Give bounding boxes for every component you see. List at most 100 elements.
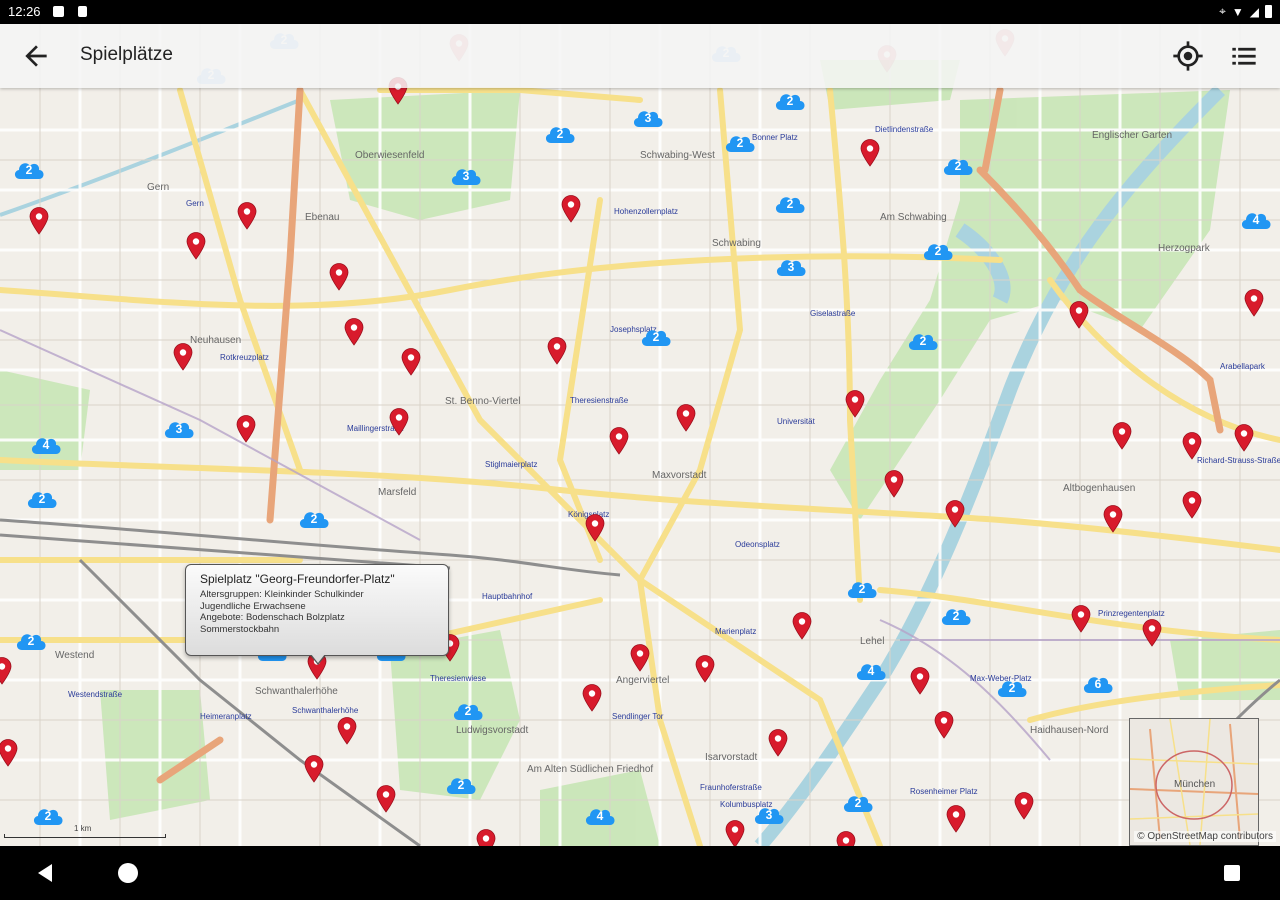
map-view[interactable]: Oberwiesenfeld Gern Ebenau Neuhausen Schwabi… xyxy=(0,24,1280,846)
playground-pin[interactable] xyxy=(389,408,409,436)
playground-pin[interactable] xyxy=(945,500,965,528)
cluster-marker[interactable]: 4 xyxy=(854,658,888,682)
nav-back-button[interactable] xyxy=(38,864,52,882)
playground-pin[interactable] xyxy=(236,415,256,443)
place-label: Haidhausen-Nord xyxy=(1030,725,1109,736)
playground-pin[interactable] xyxy=(725,820,745,846)
playground-pin[interactable] xyxy=(1234,424,1254,452)
cluster-marker[interactable]: 2 xyxy=(14,628,48,652)
cluster-marker[interactable]: 2 xyxy=(444,772,478,796)
my-location-button[interactable] xyxy=(1172,40,1204,72)
cluster-marker[interactable]: 3 xyxy=(449,163,483,187)
cluster-marker[interactable]: 2 xyxy=(939,603,973,627)
playground-pin[interactable] xyxy=(337,717,357,745)
playground-pin[interactable] xyxy=(237,202,257,230)
place-label: Am Schwabing xyxy=(880,212,947,223)
cluster-marker[interactable]: 4 xyxy=(29,432,63,456)
cluster-marker[interactable]: 2 xyxy=(25,486,59,510)
playground-pin[interactable] xyxy=(401,348,421,376)
playground-pin[interactable] xyxy=(173,343,193,371)
cluster-marker[interactable]: 2 xyxy=(941,153,975,177)
playground-pin[interactable] xyxy=(1244,289,1264,317)
cluster-marker[interactable]: 4 xyxy=(1239,207,1273,231)
playground-pin[interactable] xyxy=(1142,619,1162,647)
cluster-count: 2 xyxy=(919,334,927,348)
overview-minimap[interactable]: München xyxy=(1129,718,1259,846)
back-button[interactable] xyxy=(20,40,52,72)
playground-pin[interactable] xyxy=(934,711,954,739)
cluster-marker[interactable]: 6 xyxy=(1081,671,1115,695)
cluster-count: 2 xyxy=(457,778,465,792)
station-label: Stiglmaierplatz xyxy=(485,460,538,469)
playground-pin[interactable] xyxy=(1182,491,1202,519)
playground-pin[interactable] xyxy=(946,805,966,833)
map-pin-icon xyxy=(344,318,364,346)
playground-pin[interactable] xyxy=(547,337,567,365)
playground-pin[interactable] xyxy=(582,684,602,712)
cluster-marker[interactable]: 2 xyxy=(451,698,485,722)
playground-pin[interactable] xyxy=(630,644,650,672)
playground-pin[interactable] xyxy=(695,655,715,683)
playground-pin[interactable] xyxy=(1071,605,1091,633)
nav-recents-button[interactable] xyxy=(1224,865,1240,881)
page-title: Spielplätze xyxy=(80,44,173,65)
cluster-marker[interactable]: 2 xyxy=(921,238,955,262)
place-label: Isarvorstadt xyxy=(705,752,758,763)
playground-pin[interactable] xyxy=(304,755,324,783)
playground-pin[interactable] xyxy=(476,829,496,846)
playground-pin[interactable] xyxy=(344,318,364,346)
cluster-marker[interactable]: 2 xyxy=(845,576,879,600)
playground-pin[interactable] xyxy=(0,739,18,767)
playground-pin[interactable] xyxy=(1112,422,1132,450)
map-pin-icon xyxy=(547,337,567,365)
playground-pin[interactable] xyxy=(186,232,206,260)
playground-pin[interactable] xyxy=(1182,432,1202,460)
cluster-marker[interactable]: 3 xyxy=(752,802,786,826)
map-pin-icon xyxy=(561,195,581,223)
playground-pin[interactable] xyxy=(676,404,696,432)
location-status-icon: ⌖ xyxy=(1219,4,1226,18)
playground-pin[interactable] xyxy=(1069,301,1089,329)
place-label: Englischer Garten xyxy=(1092,130,1173,141)
cluster-marker[interactable]: 2 xyxy=(723,130,757,154)
playground-pin[interactable] xyxy=(585,514,605,542)
playground-pin[interactable] xyxy=(1014,792,1034,820)
playground-pin[interactable] xyxy=(836,831,856,846)
playground-pin[interactable] xyxy=(792,612,812,640)
playground-pin[interactable] xyxy=(768,729,788,757)
playground-pin[interactable] xyxy=(884,470,904,498)
playground-pin[interactable] xyxy=(329,263,349,291)
playground-pin[interactable] xyxy=(561,195,581,223)
cluster-marker[interactable]: 2 xyxy=(906,328,940,352)
map-pin-icon xyxy=(860,139,880,167)
station-label: Westendstraße xyxy=(68,690,123,699)
cluster-marker[interactable]: 2 xyxy=(995,675,1029,699)
popup-line: Angebote: Bodenschach Bolzplatz xyxy=(200,612,345,623)
playground-pin[interactable] xyxy=(609,427,629,455)
playground-pin[interactable] xyxy=(845,390,865,418)
cluster-marker[interactable]: 2 xyxy=(543,121,577,145)
cluster-marker[interactable]: 4 xyxy=(583,803,617,827)
cluster-marker[interactable]: 2 xyxy=(639,324,673,348)
cluster-marker[interactable]: 3 xyxy=(774,254,808,278)
nav-home-button[interactable] xyxy=(118,863,138,883)
playground-pin[interactable] xyxy=(376,785,396,813)
cluster-marker[interactable]: 2 xyxy=(12,157,46,181)
map-attribution[interactable]: © OpenStreetMap contributors xyxy=(1134,831,1276,842)
playground-pin[interactable] xyxy=(1103,505,1123,533)
playground-pin[interactable] xyxy=(860,139,880,167)
station-label: Rotkreuzplatz xyxy=(220,353,269,362)
marker-info-popup[interactable]: Spielplatz "Georg-Freundorfer-Platz" Alt… xyxy=(185,564,449,665)
playground-pin[interactable] xyxy=(0,657,12,685)
cluster-count: 3 xyxy=(644,111,652,125)
playground-pin[interactable] xyxy=(29,207,49,235)
cluster-marker[interactable]: 2 xyxy=(841,790,875,814)
cluster-marker[interactable]: 2 xyxy=(773,191,807,215)
playground-pin[interactable] xyxy=(910,667,930,695)
cluster-marker[interactable]: 2 xyxy=(297,506,331,530)
cluster-marker[interactable]: 2 xyxy=(773,88,807,112)
cluster-marker[interactable]: 3 xyxy=(631,105,665,129)
list-view-button[interactable] xyxy=(1230,42,1258,70)
station-label: Gern xyxy=(186,199,204,208)
cluster-marker[interactable]: 3 xyxy=(162,416,196,440)
